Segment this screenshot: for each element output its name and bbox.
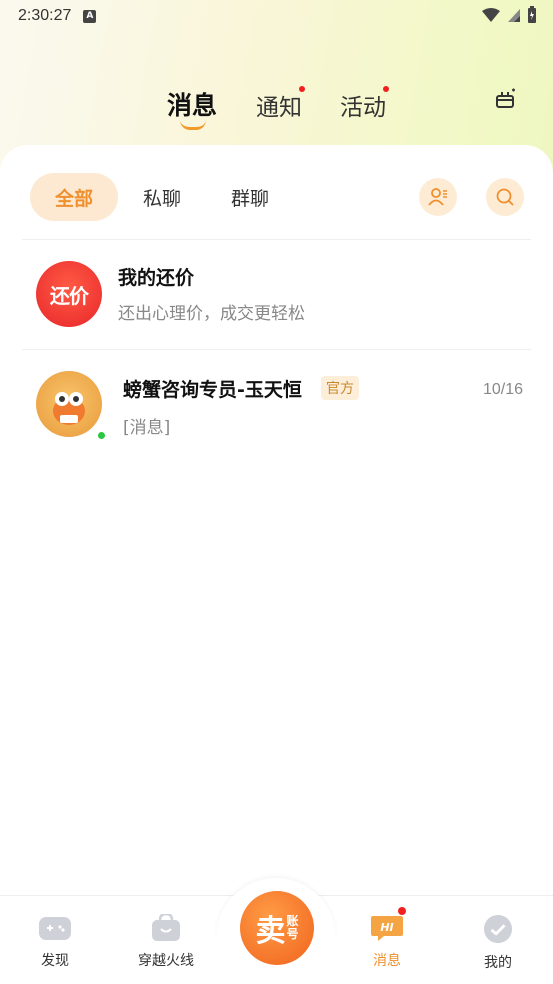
notifications-dot (299, 86, 305, 92)
nav-cf[interactable]: 穿越火线 (130, 896, 202, 984)
activities-dot (383, 86, 389, 92)
crab-mascot-icon (53, 392, 85, 425)
clear-unread-icon[interactable] (495, 88, 517, 110)
signal-icon (508, 9, 520, 22)
conversation-title: 我的还价 (118, 267, 195, 289)
tab-notifications[interactable]: 通知 (256, 88, 302, 122)
nav-label: 穿越火线 (138, 953, 194, 969)
conversation-title: 螃蟹咨询专员-玉天恒 (123, 379, 302, 401)
nav-label: 消息 (373, 953, 401, 969)
search-button[interactable] (486, 178, 524, 216)
svg-text:HI: HI (380, 921, 393, 934)
divider (22, 239, 531, 240)
message-panel: 全部 私聊 群聊 还价 我的还价 还出心理价，成交更轻松 螃蟹咨询专员-玉天恒 … (0, 145, 553, 905)
avatar: 还价 (36, 261, 102, 327)
gamepad-icon (39, 917, 71, 940)
tab-activities[interactable]: 活动 (340, 88, 386, 122)
notification-a-icon: A (83, 9, 97, 23)
contacts-icon (428, 188, 447, 206)
sell-account-button[interactable]: 卖 账 号 (240, 891, 314, 965)
conversation-time: 10/16 (482, 381, 523, 398)
filter-group[interactable]: 群聊 (214, 173, 286, 221)
nav-discover[interactable]: 发现 (20, 896, 90, 984)
divider (22, 349, 531, 350)
conversation-item[interactable]: 还价 我的还价 还出心理价，成交更轻松 (0, 243, 553, 343)
online-status-dot (97, 431, 106, 440)
avatar-text: 还价 (50, 283, 89, 308)
active-tab-indicator (180, 120, 206, 130)
hi-chat-icon: HI (371, 916, 403, 941)
official-badge: 官方 (321, 376, 359, 400)
nav-label: 发现 (41, 953, 69, 969)
search-icon (496, 188, 514, 206)
top-tabs: 消息 通知 活动 (0, 80, 553, 130)
wifi-icon (482, 8, 500, 22)
status-icons (481, 6, 537, 24)
battery-icon (528, 6, 536, 23)
conversation-item[interactable]: 螃蟹咨询专员-玉天恒 官方 10/16 [消息] (0, 353, 553, 453)
conversation-subtitle: [消息] (123, 418, 171, 438)
nav-label: 我的 (484, 955, 512, 971)
avatar (36, 371, 102, 437)
sell-main-label: 卖 (255, 914, 286, 949)
sell-sub-label-2: 号 (286, 927, 299, 941)
nav-messages[interactable]: HI 消息 (352, 896, 422, 984)
profile-icon (483, 914, 513, 944)
status-bar: 2:30:27 A (0, 0, 553, 32)
bag-icon (152, 914, 180, 941)
conversation-subtitle: 还出心理价，成交更轻松 (118, 304, 305, 324)
status-time: 2:30:27 (18, 7, 72, 24)
contacts-button[interactable] (419, 178, 457, 216)
nav-profile[interactable]: 我的 (463, 896, 533, 984)
tab-messages[interactable]: 消息 (167, 86, 217, 122)
messages-nav-dot (398, 907, 406, 915)
filter-row: 全部 私聊 群聊 (30, 173, 524, 223)
filter-private[interactable]: 私聊 (126, 173, 198, 221)
filter-all[interactable]: 全部 (30, 173, 118, 221)
